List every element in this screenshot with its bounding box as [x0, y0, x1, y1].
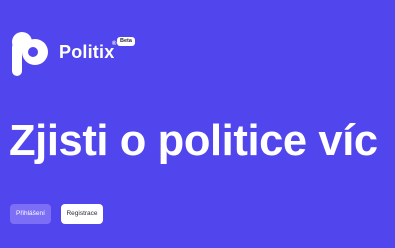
brand-name: Politix — [59, 42, 115, 62]
beta-badge: Beta — [117, 37, 135, 46]
politix-logo-icon — [12, 32, 48, 76]
hero-title: Zjisti o politice víc — [9, 117, 378, 165]
registered-mark: ® — [112, 41, 117, 47]
login-button[interactable]: Přihlášení — [10, 204, 51, 224]
register-button[interactable]: Registrace — [61, 204, 103, 224]
